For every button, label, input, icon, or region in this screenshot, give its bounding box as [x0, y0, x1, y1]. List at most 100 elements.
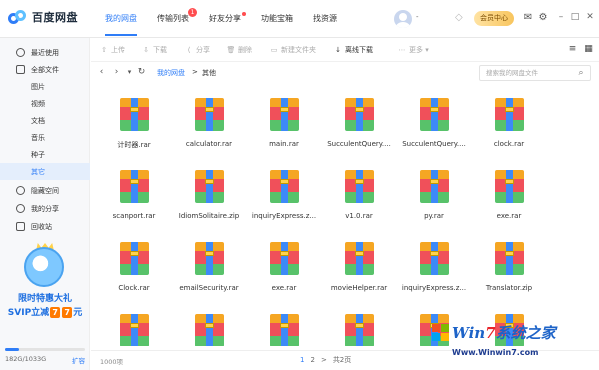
file-name: exe.rar — [271, 284, 297, 292]
sidebar-item-music[interactable]: 音乐 — [0, 129, 90, 146]
file-item[interactable]: movieHelper.rar — [321, 228, 397, 300]
file-item[interactable]: py.rar — [396, 156, 472, 228]
new-folder-button[interactable]: ▭ 新建文件夹 — [269, 38, 316, 62]
diamond-icon[interactable]: ◇ — [455, 13, 465, 23]
breadcrumb-root[interactable]: 我的网盘 — [157, 68, 185, 78]
promo-headline: 限时特惠大礼 — [17, 294, 72, 304]
archive-file-icon — [345, 170, 374, 203]
more-icon: ⋯ — [398, 46, 406, 54]
delete-button[interactable]: 🗑 删除 — [226, 38, 252, 62]
folder-plus-icon: ▭ — [270, 46, 278, 54]
download-icon: ↓ — [335, 46, 341, 54]
vip-center-button[interactable]: 会员中心 — [474, 11, 514, 26]
archive-file-icon — [420, 242, 449, 275]
archive-file-icon — [495, 242, 524, 275]
file-item[interactable] — [96, 300, 172, 346]
username[interactable]: - — [416, 13, 419, 21]
tab-transfer-list[interactable]: 传输列表 1 — [147, 0, 199, 38]
delete-label: 删除 — [238, 46, 252, 54]
file-item[interactable]: SucculentQuery.... — [396, 84, 472, 156]
file-name: IdiomSolitaire.zip — [178, 212, 240, 220]
file-item[interactable]: inquiryExpress.z... — [396, 228, 472, 300]
search-icon[interactable]: ⌕ — [575, 67, 587, 79]
new-folder-label: 新建文件夹 — [281, 46, 316, 54]
search-box: ⌕ — [479, 65, 591, 81]
file-item[interactable] — [171, 300, 247, 346]
sort-icon[interactable]: ≡ — [567, 44, 578, 55]
sidebar-item-label: 音乐 — [31, 133, 45, 142]
search-input[interactable] — [480, 66, 572, 80]
windows-flag-icon — [432, 324, 450, 342]
file-item[interactable]: emailSecurity.rar — [171, 228, 247, 300]
sidebar-item-my-shares[interactable]: 我的分享 — [0, 200, 90, 217]
file-item[interactable]: clock.rar — [471, 84, 547, 156]
file-item[interactable]: calculator.rar — [171, 84, 247, 156]
file-item[interactable]: v1.0.rar — [321, 156, 397, 228]
file-item[interactable] — [246, 300, 322, 346]
sidebar-item-all-files[interactable]: 全部文件 — [0, 61, 90, 78]
file-name: movieHelper.rar — [330, 284, 388, 292]
history-dropdown-icon[interactable]: ▾ — [124, 66, 135, 78]
page-2-link[interactable]: 2 — [310, 356, 314, 364]
sidebar: 最近使用 全部文件 图片 视频 文档 音乐 种子 其它 隐藏空间 我的分享 回收… — [0, 38, 90, 370]
sidebar-item-videos[interactable]: 视频 — [0, 95, 90, 112]
upload-icon: ⇧ — [101, 46, 107, 54]
promo-banner[interactable]: 限时特惠大礼 SVIP立减 7 7 元 — [6, 243, 84, 335]
sidebar-item-images[interactable]: 图片 — [0, 78, 90, 95]
avatar[interactable] — [394, 10, 412, 28]
file-item[interactable]: inquiryExpress.z... — [246, 156, 322, 228]
grid-view-icon[interactable]: ▦ — [583, 44, 594, 55]
file-name: clock.rar — [493, 140, 525, 148]
file-item[interactable]: exe.rar — [471, 156, 547, 228]
sidebar-item-recent[interactable]: 最近使用 — [0, 44, 90, 61]
sidebar-item-label: 文档 — [31, 116, 45, 125]
next-page-link[interactable]: > — [321, 356, 327, 364]
file-item[interactable]: exe.rar — [246, 228, 322, 300]
download-button[interactable]: ⇩ 下载 — [141, 38, 167, 62]
file-name: py.rar — [424, 212, 444, 220]
maximize-icon[interactable]: □ — [569, 10, 581, 24]
share-button[interactable]: ⟨ 分享 — [184, 38, 210, 62]
close-icon[interactable]: ✕ — [584, 10, 596, 24]
trash-icon — [16, 222, 25, 231]
breadcrumb-separator: > — [192, 68, 198, 76]
file-item[interactable]: Clock.rar — [96, 228, 172, 300]
archive-file-icon — [495, 170, 524, 203]
forward-icon[interactable]: › — [111, 66, 122, 78]
archive-file-icon — [345, 314, 374, 346]
file-item[interactable]: 计时器.rar — [96, 84, 172, 156]
archive-file-icon — [270, 170, 299, 203]
file-item[interactable]: SucculentQuery.... — [321, 84, 397, 156]
file-item[interactable] — [321, 300, 397, 346]
file-item[interactable]: main.rar — [246, 84, 322, 156]
sidebar-item-hidden-space[interactable]: 隐藏空间 — [0, 182, 90, 199]
upload-button[interactable]: ⇧ 上传 — [99, 38, 125, 62]
app-logo[interactable]: 百度网盘 — [8, 9, 78, 25]
sidebar-item-documents[interactable]: 文档 — [0, 112, 90, 129]
file-item[interactable]: Translator.zip — [471, 228, 547, 300]
sidebar-item-recycle-bin[interactable]: 回收站 — [0, 218, 90, 235]
back-icon[interactable]: ‹ — [96, 66, 107, 78]
archive-file-icon — [495, 98, 524, 131]
minimize-icon[interactable]: – — [555, 10, 567, 24]
file-item[interactable]: scanport.rar — [96, 156, 172, 228]
more-button[interactable]: ⋯ 更多 ▾ — [397, 38, 429, 62]
tab-toolbox[interactable]: 功能宝箱 — [251, 0, 303, 38]
notification-badge: 1 — [188, 8, 197, 17]
sidebar-item-other[interactable]: 其它 — [0, 163, 90, 180]
page-1-link[interactable]: 1 — [300, 356, 304, 364]
mail-icon[interactable]: ✉ — [522, 12, 534, 24]
gear-icon[interactable]: ⚙ — [537, 12, 549, 24]
archive-file-icon — [120, 98, 149, 131]
archive-file-icon — [270, 314, 299, 346]
tab-find-resources[interactable]: 找资源 — [303, 0, 347, 38]
file-item[interactable]: IdiomSolitaire.zip — [171, 156, 247, 228]
tab-friend-share[interactable]: 好友分享 — [199, 0, 251, 38]
archive-file-icon — [120, 170, 149, 203]
storage-progress-fill — [5, 348, 20, 351]
sidebar-item-torrents[interactable]: 种子 — [0, 146, 90, 163]
tab-my-drive[interactable]: 我的网盘 — [95, 0, 147, 38]
offline-download-button[interactable]: ↓ 离线下载 — [333, 38, 373, 62]
expand-storage-link[interactable]: 扩容 — [72, 355, 85, 365]
refresh-icon[interactable]: ↻ — [136, 66, 147, 78]
